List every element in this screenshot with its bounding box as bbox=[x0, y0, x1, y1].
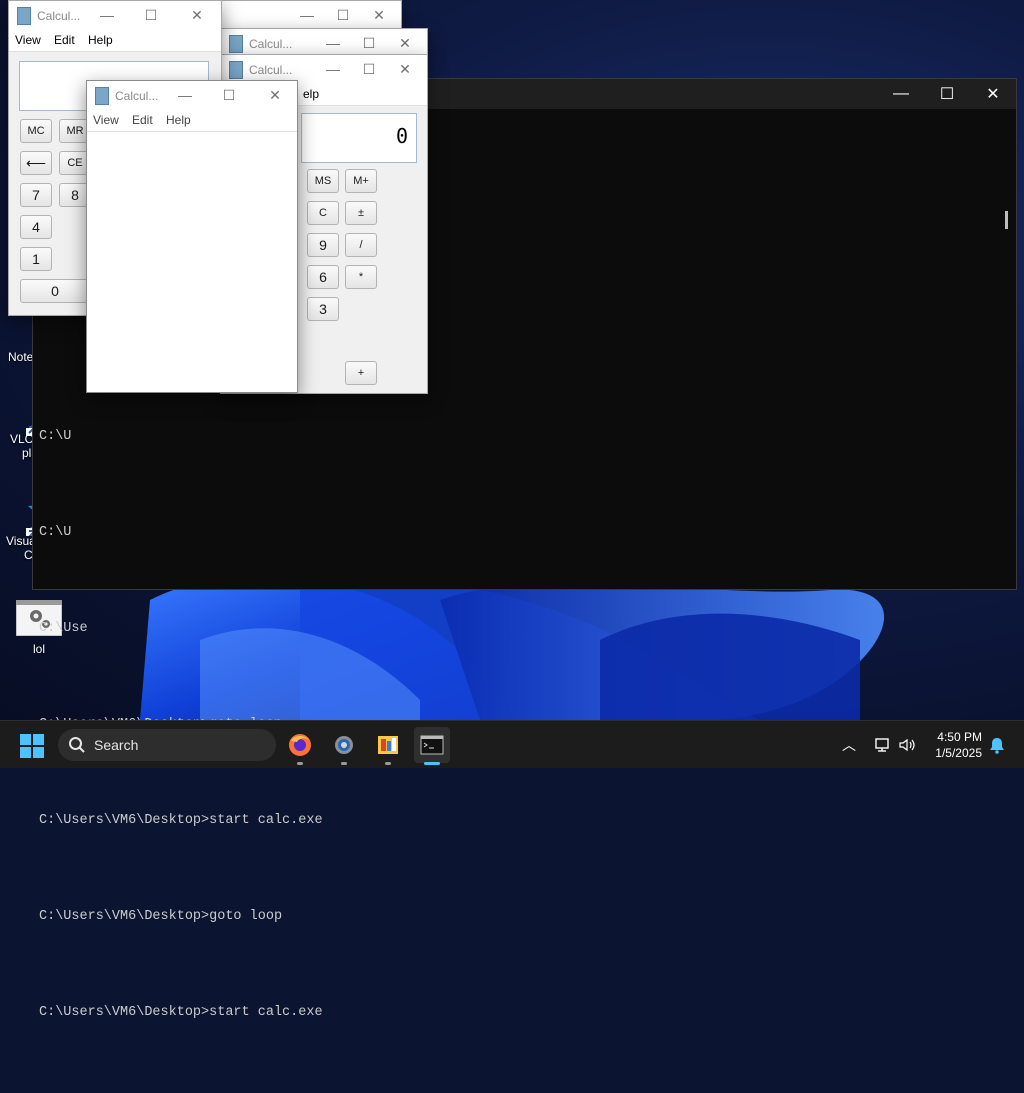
clear-button[interactable]: C bbox=[307, 201, 339, 225]
terminal-scrollbar[interactable] bbox=[1005, 211, 1008, 229]
taskbar-search-box[interactable]: Search bbox=[58, 729, 276, 761]
add-button[interactable]: + bbox=[345, 361, 377, 385]
m-plus-button[interactable]: M+ bbox=[345, 169, 377, 193]
menu-help[interactable]: Help bbox=[166, 113, 191, 127]
settings-icon bbox=[335, 736, 353, 754]
minimize-button[interactable]: — bbox=[315, 33, 351, 53]
terminal-line: C:\U bbox=[39, 429, 72, 444]
close-button[interactable]: ✕ bbox=[970, 79, 1016, 109]
maximize-button[interactable]: ☐ bbox=[351, 59, 387, 79]
calculator-title: Calcul... bbox=[37, 9, 81, 23]
taskbar-terminal[interactable] bbox=[414, 727, 450, 765]
maximize-button[interactable]: ☐ bbox=[924, 79, 970, 109]
start-button[interactable] bbox=[20, 734, 44, 758]
close-button[interactable]: ✕ bbox=[257, 85, 293, 105]
taskbar-firefox[interactable] bbox=[282, 727, 318, 765]
volume-icon[interactable] bbox=[898, 737, 916, 753]
menu-help[interactable]: Help bbox=[88, 33, 113, 47]
digit-1-button[interactable]: 1 bbox=[20, 247, 52, 271]
calculator-display: 0 bbox=[301, 113, 417, 163]
digit-0-button[interactable]: 0 bbox=[20, 279, 90, 303]
minimize-button[interactable]: — bbox=[878, 79, 924, 109]
calculator-menubar: View Edit Help bbox=[87, 109, 297, 132]
menu-edit[interactable]: Edit bbox=[54, 33, 75, 47]
close-button[interactable]: ✕ bbox=[179, 5, 215, 25]
system-tray: ︿ bbox=[842, 721, 916, 769]
menu-edit[interactable]: Edit bbox=[132, 113, 153, 127]
calculator-title: Calcul... bbox=[249, 37, 293, 51]
digit-9-button[interactable]: 9 bbox=[307, 233, 339, 257]
maximize-button[interactable]: ☐ bbox=[133, 5, 169, 25]
divide-button[interactable]: / bbox=[345, 233, 377, 257]
windows-logo-icon-part bbox=[33, 734, 44, 745]
taskbar-file-explorer[interactable] bbox=[370, 727, 406, 765]
minimize-button[interactable]: — bbox=[167, 85, 203, 105]
calculator-window-back-2[interactable]: Calcul... — ☐ ✕ bbox=[220, 28, 428, 56]
close-button[interactable]: ✕ bbox=[387, 33, 423, 53]
digit-7-button[interactable]: 7 bbox=[20, 183, 52, 207]
mc-button[interactable]: MC bbox=[20, 119, 52, 143]
windows-logo-icon bbox=[20, 734, 31, 745]
menu-view[interactable]: View bbox=[93, 113, 119, 127]
clock-time: 4:50 PM bbox=[937, 730, 982, 744]
windows-logo-icon-part bbox=[33, 747, 44, 758]
close-button[interactable]: ✕ bbox=[361, 5, 397, 25]
calculator-title: Calcul... bbox=[115, 89, 159, 103]
calculator-titlebar[interactable]: — ☐ ✕ bbox=[221, 1, 401, 29]
terminal-line: C:\Users\VM6\Desktop>goto loop bbox=[39, 909, 283, 924]
menu-help[interactable]: elp bbox=[303, 87, 319, 101]
calculator-icon bbox=[229, 61, 243, 79]
terminal-icon bbox=[420, 735, 444, 755]
file-explorer-icon bbox=[378, 736, 398, 754]
maximize-button[interactable]: ☐ bbox=[325, 5, 361, 25]
calculator-icon bbox=[229, 35, 243, 53]
terminal-line: C:\Users\VM6\Desktop>start calc.exe bbox=[39, 813, 323, 828]
calculator-titlebar[interactable]: Calcul... — ☐ ✕ bbox=[87, 81, 297, 109]
minimize-button[interactable]: — bbox=[315, 59, 351, 79]
ms-button[interactable]: MS bbox=[307, 169, 339, 193]
taskbar-settings[interactable] bbox=[326, 727, 362, 765]
running-indicator bbox=[341, 762, 347, 765]
terminal-line: C:\Users\VM6\Desktop>start calc.exe bbox=[39, 1005, 323, 1020]
digit-6-button[interactable]: 6 bbox=[307, 265, 339, 289]
taskbar-clock[interactable]: 4:50 PM 1/5/2025 bbox=[935, 729, 982, 761]
chevron-up-icon[interactable]: ︿ bbox=[842, 735, 856, 755]
firefox-icon bbox=[289, 734, 311, 756]
windows-logo-icon-part bbox=[20, 747, 31, 758]
minimize-button[interactable]: — bbox=[289, 5, 325, 25]
calculator-window-front[interactable]: Calcul... — ☐ ✕ View Edit Help bbox=[86, 80, 298, 393]
backspace-button[interactable]: ⟵ bbox=[20, 151, 52, 175]
digit-3-button[interactable]: 3 bbox=[307, 297, 339, 321]
calculator-titlebar[interactable]: Calcul... — ☐ ✕ bbox=[221, 29, 427, 55]
calculator-titlebar[interactable]: Calcul... — ☐ ✕ bbox=[221, 55, 427, 83]
calculator-window-back-1[interactable]: — ☐ ✕ bbox=[220, 0, 402, 30]
digit-4-button[interactable]: 4 bbox=[20, 215, 52, 239]
close-button[interactable]: ✕ bbox=[387, 59, 423, 79]
calculator-menubar: View Edit Help bbox=[9, 29, 221, 52]
clock-date: 1/5/2025 bbox=[935, 746, 982, 760]
minimize-button[interactable]: — bbox=[89, 5, 125, 25]
multiply-button[interactable]: * bbox=[345, 265, 377, 289]
terminal-line: C:\Use bbox=[39, 621, 88, 636]
calculator-icon bbox=[95, 87, 109, 105]
running-indicator bbox=[424, 762, 440, 765]
search-label: Search bbox=[94, 737, 139, 753]
plus-minus-button[interactable]: ± bbox=[345, 201, 377, 225]
calculator-titlebar[interactable]: Calcul... — ☐ ✕ bbox=[9, 1, 221, 29]
taskbar: Search ︿ 4:50 PM 1/5/2025 bbox=[0, 720, 1024, 768]
running-indicator bbox=[385, 762, 391, 765]
running-indicator bbox=[297, 762, 303, 765]
search-icon bbox=[69, 737, 85, 753]
network-icon[interactable] bbox=[874, 737, 892, 753]
menu-view[interactable]: View bbox=[15, 33, 41, 47]
calculator-icon bbox=[17, 7, 31, 25]
terminal-line: C:\U bbox=[39, 525, 72, 540]
notification-bell-icon[interactable] bbox=[988, 736, 1006, 754]
calculator-title: Calcul... bbox=[249, 63, 293, 77]
maximize-button[interactable]: ☐ bbox=[351, 33, 387, 53]
maximize-button[interactable]: ☐ bbox=[211, 85, 247, 105]
